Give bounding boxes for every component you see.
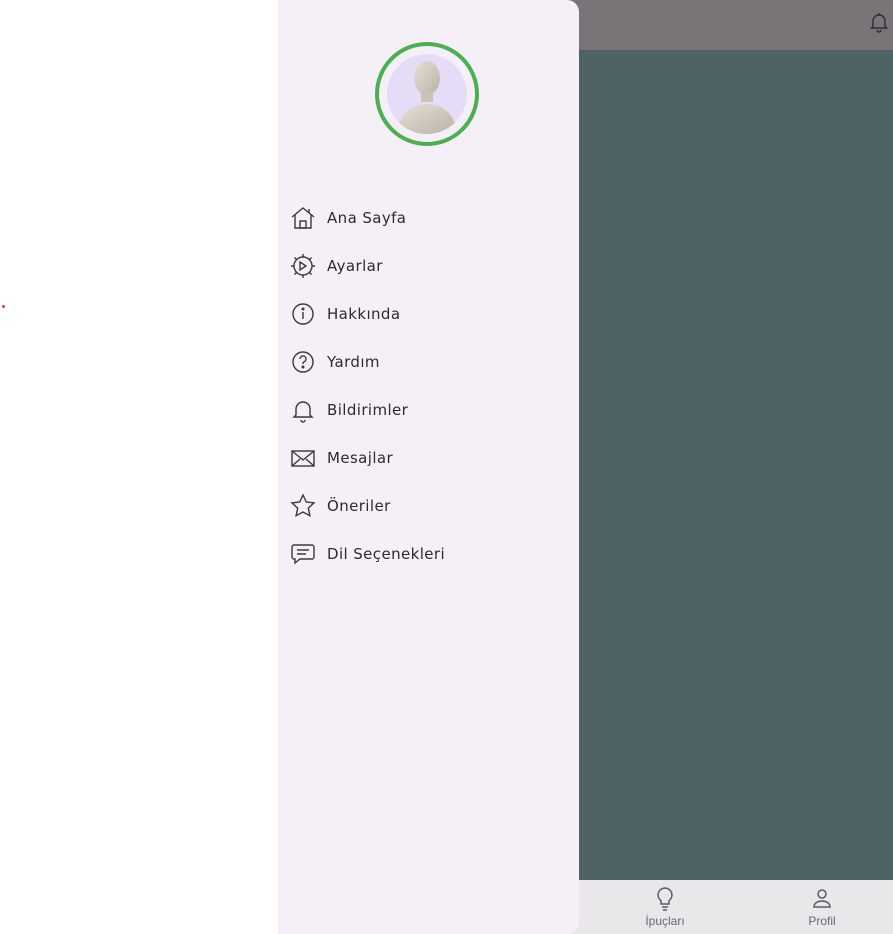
mail-icon <box>290 445 316 471</box>
menu-label-language: Dil Seçenekleri <box>327 545 446 563</box>
menu-label-help: Yardım <box>327 353 380 371</box>
stray-dot <box>2 305 5 308</box>
menu-label-home: Ana Sayfa <box>327 209 407 227</box>
menu-label-settings: Ayarlar <box>327 257 383 275</box>
home-icon <box>290 205 316 231</box>
menu-label-about: Hakkında <box>327 305 401 323</box>
settings-icon <box>290 253 316 279</box>
info-icon <box>290 301 316 327</box>
menu-label-messages: Mesajlar <box>327 449 394 467</box>
bell-icon <box>290 397 316 423</box>
avatar <box>387 54 467 134</box>
notification-bell-icon[interactable] <box>867 10 891 34</box>
nav-profile[interactable]: Profil <box>777 886 867 928</box>
menu-item-notifications[interactable]: Bildirimler <box>290 386 570 434</box>
menu-item-home[interactable]: Ana Sayfa <box>290 194 570 242</box>
avatar-ring[interactable] <box>375 42 479 146</box>
menu-item-help[interactable]: Yardım <box>290 338 570 386</box>
drawer-menu: Ana Sayfa Ayarlar Hakkında Yardım Bildir… <box>290 194 570 578</box>
star-icon <box>290 493 316 519</box>
lightbulb-icon <box>657 887 673 911</box>
menu-item-messages[interactable]: Mesajlar <box>290 434 570 482</box>
menu-item-about[interactable]: Hakkında <box>290 290 570 338</box>
menu-label-notifications: Bildirimler <box>327 401 409 419</box>
menu-item-settings[interactable]: Ayarlar <box>290 242 570 290</box>
menu-item-suggestions[interactable]: Öneriler <box>290 482 570 530</box>
nav-tips-label: İpuçları <box>645 914 685 928</box>
screen: İpuçları Profil Ana Sayfa Ayarlar Hakkın… <box>0 0 893 934</box>
menu-label-suggestions: Öneriler <box>327 497 391 515</box>
navigation-drawer: Ana Sayfa Ayarlar Hakkında Yardım Bildir… <box>278 0 579 934</box>
nav-profile-label: Profil <box>808 914 836 928</box>
menu-item-language[interactable]: Dil Seçenekleri <box>290 530 570 578</box>
nav-tips[interactable]: İpuçları <box>620 886 710 928</box>
person-icon <box>813 889 831 908</box>
help-icon <box>290 349 316 375</box>
chat-icon <box>290 541 316 567</box>
